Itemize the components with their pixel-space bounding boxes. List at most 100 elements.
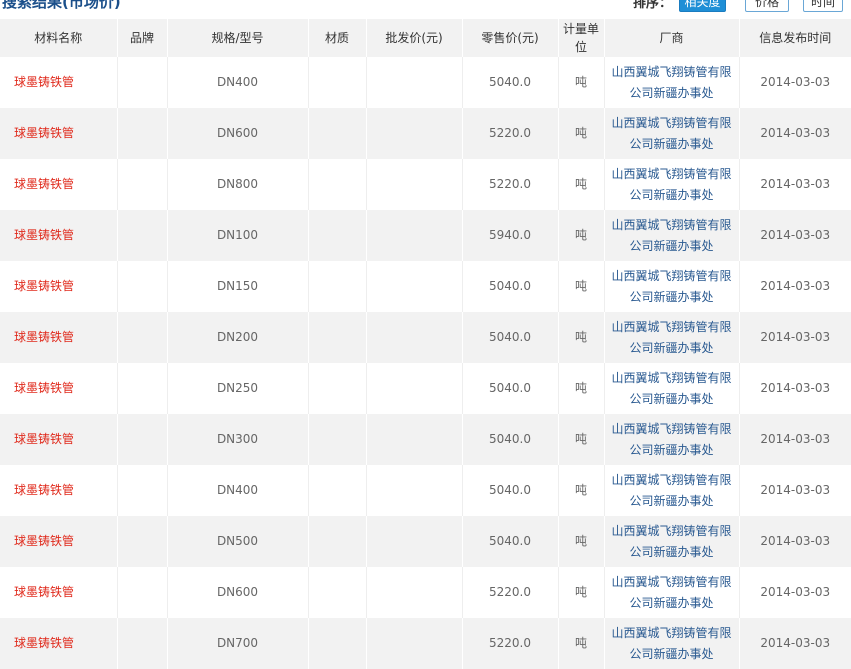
- row-brand: [116, 516, 167, 567]
- row-vendor[interactable]: 山西翼城飞翔铸管有限公司新疆办事处: [603, 567, 739, 618]
- row-retail-price: 5220.0: [461, 567, 558, 618]
- table-row: 球墨铸铁管 DN200 5040.0 吨山西翼城飞翔铸管有限公司新疆办事处 2014-0…: [0, 312, 851, 363]
- row-material: [307, 261, 366, 312]
- row-date: 2014-03-03: [738, 414, 851, 465]
- row-material: [307, 108, 366, 159]
- row-date: 2014-03-03: [738, 618, 851, 669]
- table-row: 球墨铸铁管 DN300 5040.0 吨山西翼城飞翔铸管有限公司新疆办事处 2014-0…: [0, 414, 851, 465]
- row-date: 2014-03-03: [738, 210, 851, 261]
- row-material-name[interactable]: 球墨铸铁管: [0, 516, 117, 567]
- row-material-name[interactable]: 球墨铸铁管: [0, 108, 117, 159]
- row-material: [307, 210, 366, 261]
- row-retail-price: 5040.0: [461, 312, 558, 363]
- row-brand: [116, 465, 167, 516]
- row-wholesale-price: [365, 159, 462, 210]
- row-material: [307, 159, 366, 210]
- row-spec: DN200: [166, 312, 308, 363]
- row-spec: DN400: [166, 465, 308, 516]
- row-wholesale-price: [365, 57, 462, 108]
- row-date: 2014-03-03: [738, 516, 851, 567]
- row-material-name[interactable]: 球墨铸铁管: [0, 312, 117, 363]
- row-retail-price: 5220.0: [461, 618, 558, 669]
- row-date: 2014-03-03: [738, 567, 851, 618]
- row-wholesale-price: [365, 618, 462, 669]
- row-retail-price: 5940.0: [461, 210, 558, 261]
- row-material-name[interactable]: 球墨铸铁管: [0, 159, 117, 210]
- col-header-spec[interactable]: 规格/型号: [166, 19, 308, 57]
- row-vendor[interactable]: 山西翼城飞翔铸管有限公司新疆办事处: [603, 465, 739, 516]
- results-header: 搜索结果(市场价) 排序： 相关度 价格 时间: [0, 0, 851, 19]
- sort-relevance-button[interactable]: 相关度: [679, 0, 726, 12]
- row-unit: 吨: [557, 312, 604, 363]
- row-unit: 吨: [557, 465, 604, 516]
- sort-time-button[interactable]: 时间: [803, 0, 843, 12]
- col-header-wholesale[interactable]: 批发价(元): [365, 19, 462, 57]
- col-header-brand[interactable]: 品牌: [116, 19, 167, 57]
- row-retail-price: 5040.0: [461, 465, 558, 516]
- row-material-name[interactable]: 球墨铸铁管: [0, 210, 117, 261]
- row-material-name[interactable]: 球墨铸铁管: [0, 57, 117, 108]
- row-spec: DN400: [166, 57, 308, 108]
- row-brand: [116, 57, 167, 108]
- table-row: 球墨铸铁管 DN250 5040.0 吨山西翼城飞翔铸管有限公司新疆办事处 2014-0…: [0, 363, 851, 414]
- row-vendor[interactable]: 山西翼城飞翔铸管有限公司新疆办事处: [603, 159, 739, 210]
- row-wholesale-price: [365, 363, 462, 414]
- row-material-name[interactable]: 球墨铸铁管: [0, 363, 117, 414]
- row-material-name[interactable]: 球墨铸铁管: [0, 414, 117, 465]
- row-brand: [116, 414, 167, 465]
- row-retail-price: 5040.0: [461, 57, 558, 108]
- row-vendor[interactable]: 山西翼城飞翔铸管有限公司新疆办事处: [603, 210, 739, 261]
- table-row: 球墨铸铁管 DN800 5220.0 吨山西翼城飞翔铸管有限公司新疆办事处 2014-0…: [0, 159, 851, 210]
- row-vendor[interactable]: 山西翼城飞翔铸管有限公司新疆办事处: [603, 618, 739, 669]
- row-vendor[interactable]: 山西翼城飞翔铸管有限公司新疆办事处: [603, 261, 739, 312]
- table-row: 球墨铸铁管 DN400 5040.0 吨山西翼城飞翔铸管有限公司新疆办事处 2014-0…: [0, 465, 851, 516]
- col-header-retail[interactable]: 零售价(元): [461, 19, 558, 57]
- row-material-name[interactable]: 球墨铸铁管: [0, 618, 117, 669]
- sort-price-button[interactable]: 价格: [745, 0, 789, 12]
- row-material-name[interactable]: 球墨铸铁管: [0, 465, 117, 516]
- row-retail-price: 5220.0: [461, 108, 558, 159]
- row-vendor[interactable]: 山西翼城飞翔铸管有限公司新疆办事处: [603, 414, 739, 465]
- row-unit: 吨: [557, 159, 604, 210]
- row-retail-price: 5220.0: [461, 159, 558, 210]
- row-unit: 吨: [557, 261, 604, 312]
- row-vendor[interactable]: 山西翼城飞翔铸管有限公司新疆办事处: [603, 516, 739, 567]
- row-date: 2014-03-03: [738, 57, 851, 108]
- row-spec: DN500: [166, 516, 308, 567]
- row-material: [307, 516, 366, 567]
- row-brand: [116, 210, 167, 261]
- row-wholesale-price: [365, 210, 462, 261]
- table-row: 球墨铸铁管 DN400 5040.0 吨山西翼城飞翔铸管有限公司新疆办事处 2014-0…: [0, 57, 851, 108]
- row-material: [307, 312, 366, 363]
- row-vendor[interactable]: 山西翼城飞翔铸管有限公司新疆办事处: [603, 108, 739, 159]
- row-unit: 吨: [557, 618, 604, 669]
- results-table: 材料名称 品牌 规格/型号 材质 批发价(元) 零售价(元) 计量单位 厂商 信…: [0, 19, 851, 669]
- row-retail-price: 5040.0: [461, 516, 558, 567]
- col-header-material[interactable]: 材质: [307, 19, 366, 57]
- row-wholesale-price: [365, 108, 462, 159]
- row-vendor[interactable]: 山西翼城飞翔铸管有限公司新疆办事处: [603, 57, 739, 108]
- row-brand: [116, 363, 167, 414]
- row-date: 2014-03-03: [738, 261, 851, 312]
- row-spec: DN250: [166, 363, 308, 414]
- row-wholesale-price: [365, 261, 462, 312]
- row-vendor[interactable]: 山西翼城飞翔铸管有限公司新疆办事处: [603, 363, 739, 414]
- col-header-name[interactable]: 材料名称: [0, 19, 117, 57]
- row-spec: DN300: [166, 414, 308, 465]
- row-brand: [116, 159, 167, 210]
- col-header-date[interactable]: 信息发布时间: [738, 19, 851, 57]
- row-retail-price: 5040.0: [461, 261, 558, 312]
- row-vendor[interactable]: 山西翼城飞翔铸管有限公司新疆办事处: [603, 312, 739, 363]
- col-header-unit[interactable]: 计量单位: [557, 19, 604, 57]
- row-material: [307, 618, 366, 669]
- row-material-name[interactable]: 球墨铸铁管: [0, 261, 117, 312]
- row-material: [307, 363, 366, 414]
- row-wholesale-price: [365, 567, 462, 618]
- row-spec: DN100: [166, 210, 308, 261]
- table-row: 球墨铸铁管 DN150 5040.0 吨山西翼城飞翔铸管有限公司新疆办事处 2014-0…: [0, 261, 851, 312]
- col-header-vendor[interactable]: 厂商: [603, 19, 739, 57]
- row-material: [307, 567, 366, 618]
- row-date: 2014-03-03: [738, 108, 851, 159]
- row-spec: DN600: [166, 108, 308, 159]
- row-material-name[interactable]: 球墨铸铁管: [0, 567, 117, 618]
